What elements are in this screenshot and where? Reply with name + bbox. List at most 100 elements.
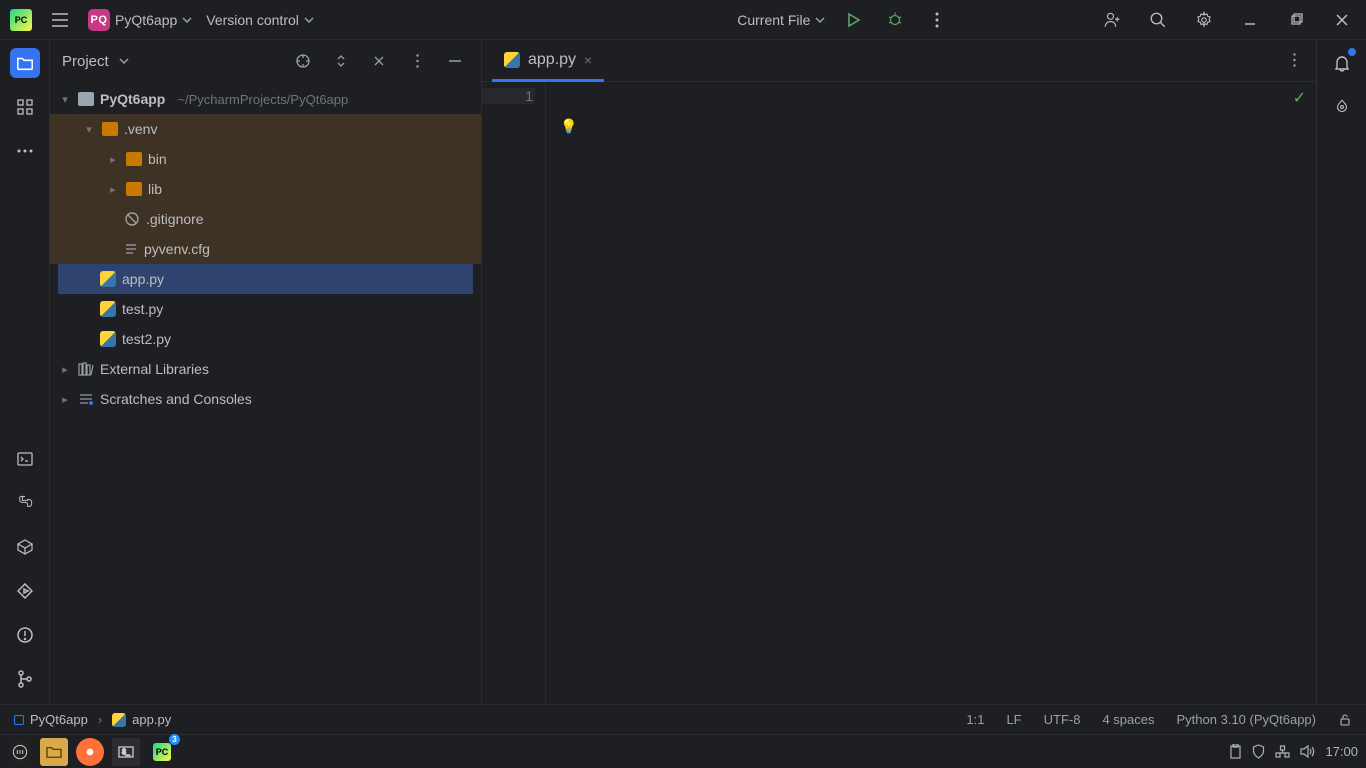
tree-root[interactable]: ▾ PyQt6app ~/PycharmProjects/PyQt6app bbox=[50, 84, 481, 114]
expand-collapse-button[interactable] bbox=[327, 47, 355, 75]
run-button[interactable] bbox=[839, 6, 867, 34]
taskbar-terminal[interactable]: $_ bbox=[112, 738, 140, 766]
folder-icon bbox=[126, 152, 142, 166]
notifications-button[interactable] bbox=[1327, 48, 1357, 78]
indent-settings[interactable]: 4 spaces bbox=[1102, 712, 1154, 727]
tree-item-label: External Libraries bbox=[100, 361, 209, 377]
python-console-tool-button[interactable] bbox=[10, 488, 40, 518]
hide-panel-button[interactable] bbox=[441, 47, 469, 75]
chevron-down-icon[interactable] bbox=[119, 58, 129, 64]
structure-tool-button[interactable] bbox=[10, 92, 40, 122]
chevron-down-icon bbox=[815, 17, 825, 23]
search-everywhere-button[interactable] bbox=[1144, 6, 1172, 34]
more-tools-button[interactable] bbox=[10, 136, 40, 166]
line-number: 1 bbox=[482, 88, 535, 104]
gitignore-icon bbox=[124, 211, 140, 227]
python-file-icon bbox=[504, 52, 520, 68]
close-window-button[interactable] bbox=[1328, 6, 1356, 34]
analysis-ok-icon[interactable]: ✓ bbox=[1293, 88, 1306, 108]
folder-icon bbox=[78, 92, 94, 106]
breadcrumb-file: app.py bbox=[132, 712, 171, 727]
tree-item-label: bin bbox=[148, 151, 167, 167]
project-badge-icon: PQ bbox=[88, 9, 110, 31]
editor-tab[interactable]: app.py × bbox=[492, 40, 604, 82]
tray-clipboard-icon[interactable] bbox=[1229, 744, 1242, 759]
tree-root-path: ~/PycharmProjects/PyQt6app bbox=[177, 92, 348, 107]
project-dropdown[interactable]: PQ PyQt6app bbox=[88, 9, 192, 31]
debug-button[interactable] bbox=[881, 6, 909, 34]
breadcrumb[interactable]: PyQt6app bbox=[14, 712, 88, 727]
vcs-label: Version control bbox=[206, 12, 299, 28]
taskbar-pycharm[interactable] bbox=[148, 738, 176, 766]
tree-item-label: Scratches and Consoles bbox=[100, 391, 252, 407]
tree-item-label: test.py bbox=[122, 301, 163, 317]
close-tab-button[interactable]: × bbox=[584, 52, 592, 68]
tree-item[interactable]: ▸ lib bbox=[50, 174, 481, 204]
panel-options-button[interactable] bbox=[403, 47, 431, 75]
python-packages-tool-button[interactable] bbox=[10, 532, 40, 562]
folder-icon bbox=[126, 182, 142, 196]
tray-volume-icon[interactable] bbox=[1300, 745, 1315, 758]
python-file-icon bbox=[112, 713, 126, 727]
services-tool-button[interactable] bbox=[10, 576, 40, 606]
vcs-dropdown[interactable]: Version control bbox=[206, 12, 314, 28]
editor-tab-options-button[interactable] bbox=[1280, 46, 1308, 74]
more-run-button[interactable] bbox=[923, 6, 951, 34]
scratches-icon bbox=[78, 392, 94, 406]
readonly-toggle[interactable] bbox=[1338, 713, 1352, 727]
line-separator[interactable]: LF bbox=[1006, 712, 1021, 727]
os-menu-button[interactable] bbox=[8, 740, 32, 764]
collapse-all-button[interactable] bbox=[365, 47, 393, 75]
module-icon bbox=[14, 715, 24, 725]
tree-item[interactable]: .gitignore bbox=[50, 204, 481, 234]
tray-shield-icon[interactable] bbox=[1252, 744, 1265, 759]
editor-gutter[interactable]: 1 bbox=[482, 82, 546, 704]
maximize-window-button[interactable] bbox=[1282, 6, 1310, 34]
tree-item-label: test2.py bbox=[122, 331, 171, 347]
project-name-label: PyQt6app bbox=[115, 12, 177, 28]
breadcrumb-sep: › bbox=[98, 712, 102, 727]
chevron-right-icon: ▸ bbox=[58, 363, 72, 376]
settings-button[interactable] bbox=[1190, 6, 1218, 34]
ai-assistant-button[interactable] bbox=[1327, 92, 1357, 122]
chevron-down-icon: ▾ bbox=[58, 93, 72, 106]
tree-item[interactable]: ▸ bin bbox=[50, 144, 481, 174]
git-tool-button[interactable] bbox=[10, 664, 40, 694]
editor-tab-label: app.py bbox=[528, 51, 576, 69]
tree-item[interactable]: pyvenv.cfg bbox=[50, 234, 481, 264]
tray-network-icon[interactable] bbox=[1275, 745, 1290, 758]
terminal-tool-button[interactable] bbox=[10, 444, 40, 474]
tree-scratches[interactable]: ▸ Scratches and Consoles bbox=[50, 384, 481, 414]
breadcrumb[interactable]: app.py bbox=[112, 712, 171, 727]
intention-bulb-icon[interactable]: 💡 bbox=[560, 118, 577, 135]
project-tool-button[interactable] bbox=[10, 48, 40, 78]
tree-venv[interactable]: ▾ .venv bbox=[50, 114, 481, 144]
code-with-me-button[interactable] bbox=[1098, 6, 1126, 34]
python-file-icon bbox=[100, 301, 116, 317]
chevron-right-icon: ▸ bbox=[58, 393, 72, 406]
file-encoding[interactable]: UTF-8 bbox=[1044, 712, 1081, 727]
svg-text:$_: $_ bbox=[122, 749, 130, 756]
tree-item-label: lib bbox=[148, 181, 162, 197]
tree-item[interactable]: test2.py bbox=[50, 324, 481, 354]
tree-item-label: .venv bbox=[124, 121, 157, 137]
tree-item-selected[interactable]: app.py bbox=[58, 264, 473, 294]
library-icon bbox=[78, 362, 94, 376]
select-opened-file-button[interactable] bbox=[289, 47, 317, 75]
tree-external-libraries[interactable]: ▸ External Libraries bbox=[50, 354, 481, 384]
taskbar-firefox[interactable] bbox=[76, 738, 104, 766]
pycharm-logo-icon bbox=[153, 743, 171, 761]
python-file-icon bbox=[100, 331, 116, 347]
caret-position[interactable]: 1:1 bbox=[966, 712, 984, 727]
tray-clock[interactable]: 17:00 bbox=[1325, 744, 1358, 759]
python-file-icon bbox=[100, 271, 116, 287]
main-menu-button[interactable] bbox=[46, 6, 74, 34]
taskbar-files[interactable] bbox=[40, 738, 68, 766]
problems-tool-button[interactable] bbox=[10, 620, 40, 650]
minimize-window-button[interactable] bbox=[1236, 6, 1264, 34]
run-config-dropdown[interactable]: Current File bbox=[737, 12, 825, 28]
interpreter[interactable]: Python 3.10 (PyQt6app) bbox=[1177, 712, 1316, 727]
tree-item[interactable]: test.py bbox=[50, 294, 481, 324]
chevron-right-icon: ▸ bbox=[106, 153, 120, 166]
editor-code-area[interactable]: 💡 ✓ bbox=[546, 82, 1316, 704]
